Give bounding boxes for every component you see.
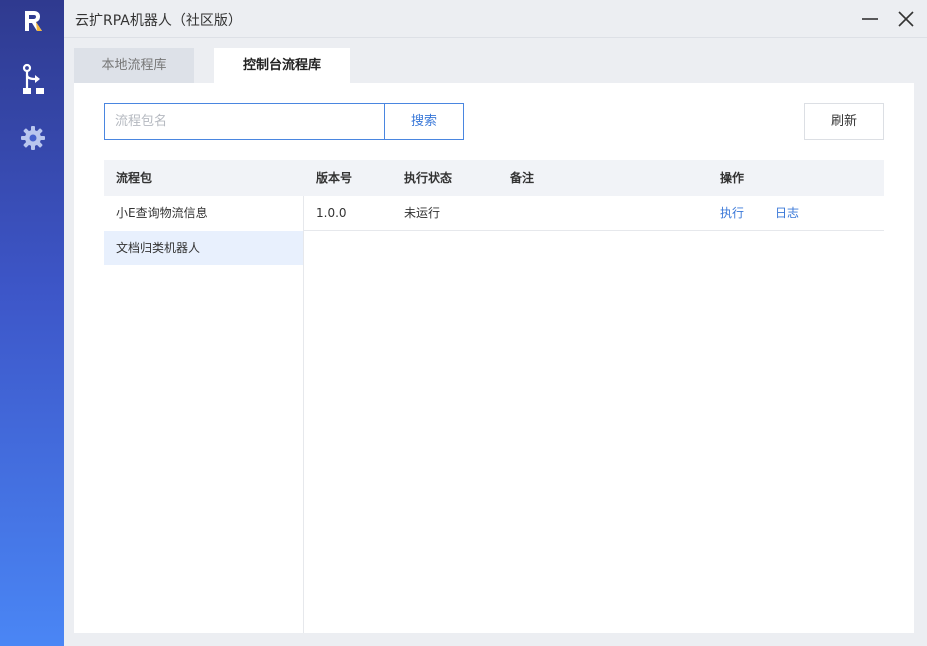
main-panel: 搜索 刷新 流程包 版本号 执行状态 备注 操作 小E查询物流信息 文档归类机器…: [74, 83, 914, 633]
header-version: 版本号: [316, 171, 353, 185]
header-note: 备注: [510, 171, 535, 185]
window-title: 云扩RPA机器人（社区版）: [75, 13, 242, 29]
package-list: 小E查询物流信息 文档归类机器人: [104, 196, 304, 633]
run-link[interactable]: 执行: [720, 196, 744, 230]
brand-logo-icon: [25, 11, 42, 31]
header-package: 流程包: [116, 171, 153, 185]
flow-branch-icon[interactable]: [20, 63, 46, 95]
refresh-button[interactable]: 刷新: [804, 103, 884, 140]
cell-version: 1.0.0: [316, 206, 347, 220]
close-icon[interactable]: [896, 9, 916, 29]
header-actions: 操作: [720, 171, 745, 185]
title-bar: 云扩RPA机器人（社区版）: [64, 0, 927, 38]
header-status: 执行状态: [404, 171, 453, 185]
table-row: 1.0.0 未运行 执行 日志: [304, 196, 884, 231]
gear-icon[interactable]: [20, 125, 46, 151]
log-link[interactable]: 日志: [775, 196, 799, 230]
search-input[interactable]: [104, 103, 385, 140]
search-button[interactable]: 搜索: [384, 103, 464, 140]
sidebar: [0, 0, 64, 646]
package-item-selected[interactable]: 文档归类机器人: [104, 231, 303, 265]
cell-status: 未运行: [404, 206, 441, 220]
table-header: 流程包 版本号 执行状态 备注 操作: [104, 160, 884, 196]
package-item[interactable]: 小E查询物流信息: [104, 196, 303, 230]
tab-local-library[interactable]: 本地流程库: [74, 48, 194, 83]
tab-console-library[interactable]: 控制台流程库: [214, 48, 350, 83]
minimize-icon[interactable]: [860, 9, 880, 29]
